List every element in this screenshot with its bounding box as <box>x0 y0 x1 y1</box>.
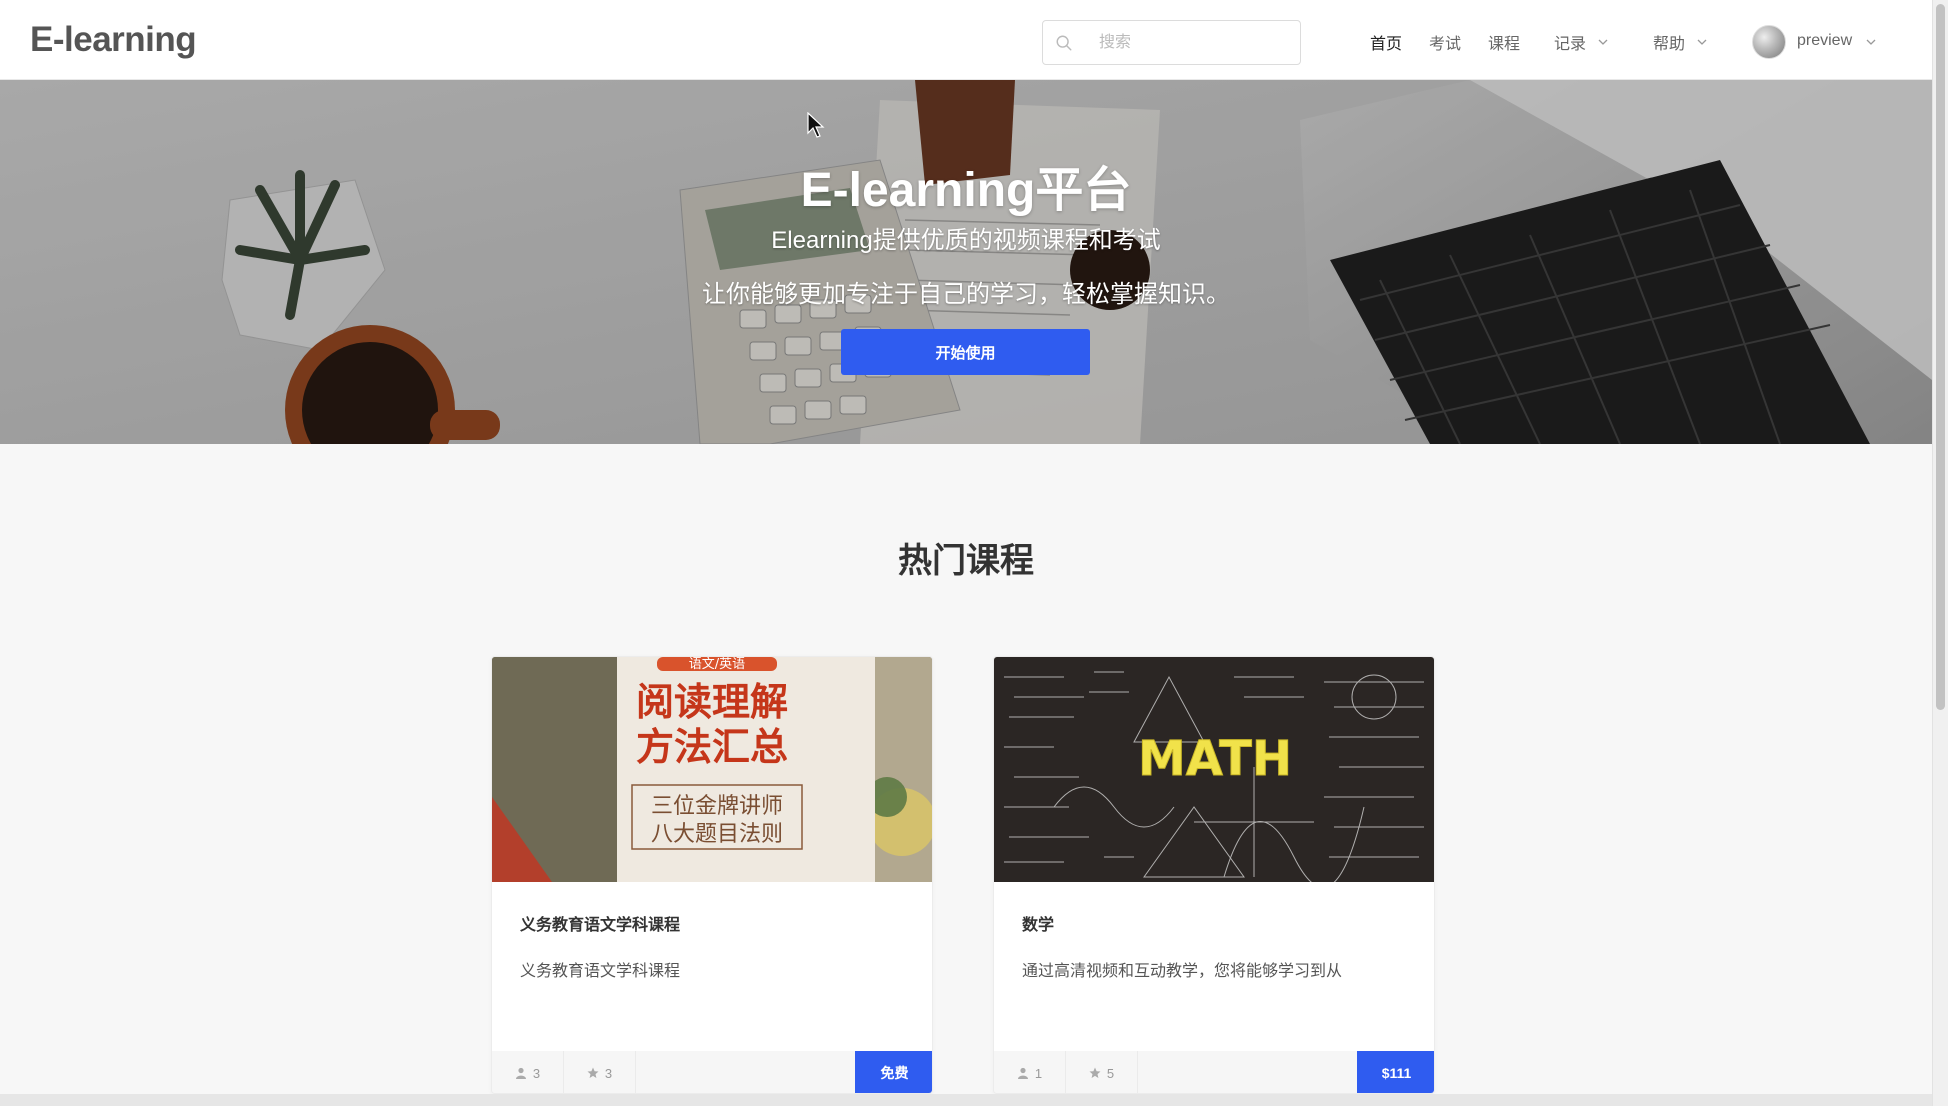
course-description: 义务教育语文学科课程 <box>520 963 681 980</box>
student-count: 3 <box>492 1051 564 1093</box>
mouse-cursor-icon <box>807 112 825 138</box>
course-footer: 3 3 免费 <box>492 1051 932 1093</box>
cover-tag: 语文/英语 <box>689 657 745 672</box>
scrollbar-thumb[interactable] <box>1936 4 1945 710</box>
search-input[interactable] <box>1099 29 1289 57</box>
course-cover-image[interactable]: 语文/英语 阅读理解 方法汇总 三位金牌讲师 八大题目法则 <box>492 657 933 882</box>
search-icon <box>1056 35 1072 51</box>
hero-background-image <box>0 80 1932 444</box>
cover-math-text: MATH <box>1138 731 1292 787</box>
nav-courses-label: 课程 <box>1488 36 1521 53</box>
user-icon <box>515 1067 526 1079</box>
hero-banner: E-learning平台 Elearning提供优质的视频课程和考试 让你能够更… <box>0 80 1932 444</box>
nav-home-label: 首页 <box>1370 36 1403 53</box>
star-count-value: 5 <box>1106 1065 1115 1081</box>
price-badge[interactable]: $111 <box>1357 1051 1434 1093</box>
nav-help[interactable]: 帮助 <box>1653 30 1707 54</box>
nav-exam[interactable]: 考试 <box>1429 30 1461 54</box>
user-name[interactable]: preview <box>1797 32 1852 50</box>
course-cover-image[interactable]: MATH <box>994 657 1435 882</box>
nav-courses[interactable]: 课程 <box>1488 30 1520 54</box>
site-logo[interactable]: E-learning <box>30 20 197 60</box>
course-footer: 1 5 $111 <box>994 1051 1434 1093</box>
user-icon <box>1017 1067 1028 1079</box>
avatar[interactable] <box>1752 25 1786 59</box>
search-box[interactable] <box>1042 20 1301 65</box>
student-count-value: 3 <box>532 1065 541 1081</box>
chevron-down-icon <box>1599 39 1608 45</box>
horizontal-scrollbar[interactable] <box>0 1094 1932 1106</box>
nav-records[interactable]: 记录 <box>1554 30 1608 54</box>
star-icon <box>1089 1067 1101 1078</box>
price-badge[interactable]: 免费 <box>855 1051 932 1093</box>
star-icon <box>587 1067 599 1078</box>
star-count: 5 <box>1066 1051 1138 1093</box>
course-description: 通过高清视频和互动教学，您将能够学习到从 <box>1022 963 1343 980</box>
student-count: 1 <box>994 1051 1066 1093</box>
course-card[interactable]: MATH 数学 通过高清视频和互动教学，您将能够学习到从 1 5 $111 <box>993 656 1435 1094</box>
star-count-value: 3 <box>604 1065 613 1081</box>
star-count: 3 <box>564 1051 636 1093</box>
cover-box1: 三位金牌讲师 <box>651 794 783 819</box>
chevron-down-icon <box>1698 39 1707 45</box>
hero-title: E-learning平台 <box>800 164 1132 217</box>
section-title: 热门课程 <box>898 542 1034 580</box>
course-card[interactable]: 语文/英语 阅读理解 方法汇总 三位金牌讲师 八大题目法则 义务教育语文学科课程… <box>491 656 933 1094</box>
top-header: E-learning 首页 考试 课程 记录 帮助 preview <box>0 0 1932 80</box>
nav-help-label: 帮助 <box>1653 36 1686 53</box>
hero-subtitle: Elearning提供优质的视频课程和考试 <box>771 227 1161 254</box>
cover-line1: 阅读理解 <box>636 680 788 724</box>
nav-exam-label: 考试 <box>1429 36 1462 53</box>
hero-subtitle-2: 让你能够更加专注于自己的学习，轻松掌握知识。 <box>702 281 1230 308</box>
cover-box2: 八大题目法则 <box>651 822 783 847</box>
get-started-button[interactable]: 开始使用 <box>841 329 1090 375</box>
course-title[interactable]: 数学 <box>1022 911 1054 935</box>
cover-line2: 方法汇总 <box>636 725 788 769</box>
chevron-down-icon[interactable] <box>1866 37 1876 47</box>
nav-records-label: 记录 <box>1554 36 1587 53</box>
nav-home[interactable]: 首页 <box>1370 30 1402 54</box>
course-title[interactable]: 义务教育语文学科课程 <box>520 911 680 935</box>
student-count-value: 1 <box>1034 1065 1043 1081</box>
